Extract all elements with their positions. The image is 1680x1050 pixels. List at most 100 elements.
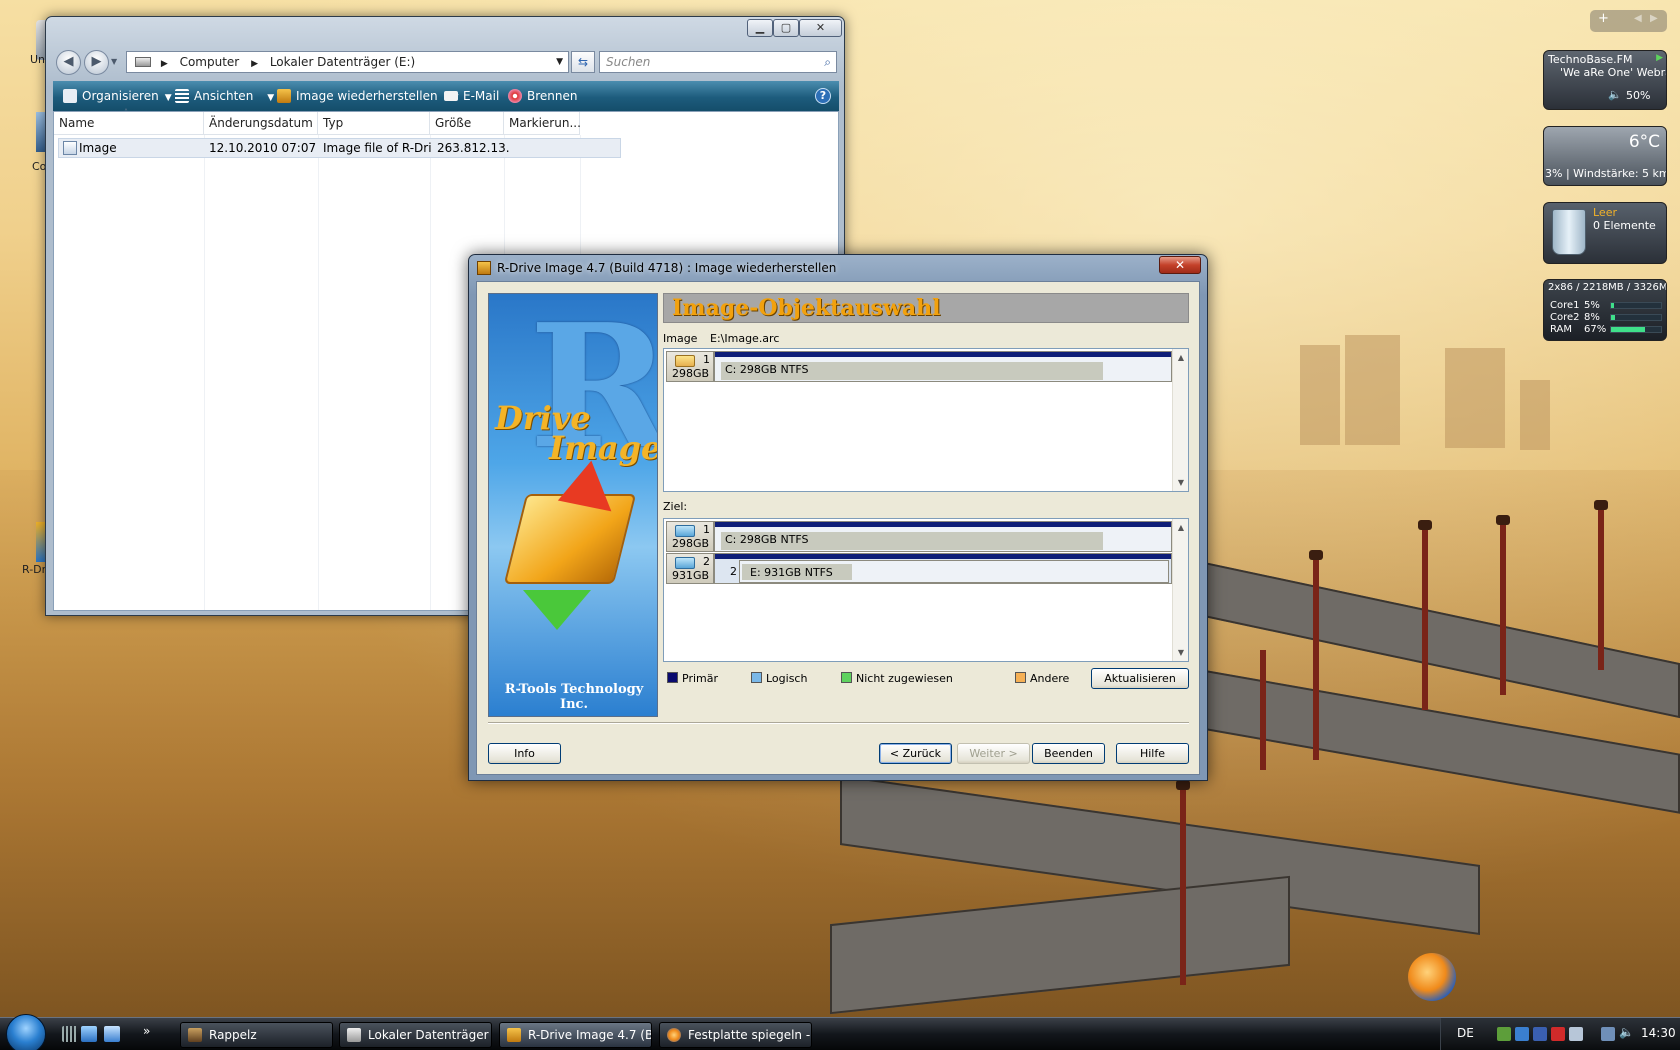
column-header-tags[interactable]: Markierun... (504, 112, 581, 135)
hard-disk-icon (675, 557, 695, 569)
tray-device-icon[interactable] (1569, 1027, 1583, 1041)
help-button[interactable]: Hilfe (1116, 743, 1189, 764)
play-icon[interactable]: ▶ (1656, 53, 1663, 63)
banner-company: R-Tools Technology Inc. (504, 682, 644, 712)
column-header-name[interactable]: Name (54, 112, 204, 135)
source-partition-c[interactable]: C: 298GB NTFS (714, 351, 1172, 382)
scroll-down-icon[interactable]: ▼ (1173, 648, 1189, 657)
wallpaper-lamp (1176, 780, 1190, 790)
close-button[interactable]: ✕ (799, 19, 842, 37)
burn-button[interactable]: Brennen (508, 81, 577, 111)
target-disk-1[interactable]: 1 298GB (666, 521, 714, 552)
legend-swatch (667, 672, 678, 683)
refresh-icon[interactable]: ⇆ (571, 51, 595, 73)
minimize-button[interactable]: ▁ (747, 19, 773, 37)
back-button[interactable]: < Zurück (879, 743, 952, 764)
restore-image-button[interactable]: Image wiederherstellen▼ (277, 81, 459, 111)
forward-nav-button[interactable]: ▶ (84, 50, 109, 75)
recycle-bin-gadget[interactable]: Leer 0 Elemente (1543, 202, 1667, 264)
radio-gadget[interactable]: TechnoBase.FM 'We aRe One' Webra 🔈 50% ▶ (1543, 50, 1667, 110)
scroll-up-icon[interactable]: ▲ (1173, 523, 1189, 532)
desktop-icon-1-label: Un (30, 53, 46, 66)
scrollbar[interactable]: ▲ ▼ (1172, 519, 1188, 661)
column-header-date[interactable]: Änderungsdatum (204, 112, 318, 135)
back-nav-button[interactable]: ◀ (56, 50, 81, 75)
dialog-body: R Drive Image R-Tools Technology Inc. Im… (476, 281, 1200, 775)
email-button[interactable]: E-Mail (444, 81, 499, 111)
organize-button[interactable]: Organisieren ▼ (63, 81, 172, 111)
disc-icon (508, 89, 522, 103)
legend-label: Primär (682, 672, 718, 685)
search-input[interactable]: Suchen ⌕ (599, 51, 837, 73)
history-dropdown-icon[interactable]: ▼ (111, 57, 117, 66)
tray-network-icon[interactable] (1497, 1027, 1511, 1041)
refresh-button[interactable]: Aktualisieren (1091, 668, 1189, 689)
maximize-button[interactable]: ▢ (773, 19, 799, 37)
source-disk-list[interactable]: 1 298GB C: 298GB NTFS ▲ ▼ (663, 348, 1189, 492)
quicklaunch-more-icon[interactable]: » (143, 1024, 150, 1038)
legend-swatch (841, 672, 852, 683)
weather-gadget[interactable]: 6°C 3% | Windstärke: 5 km/ (1543, 126, 1667, 186)
system-tray: DE 🔈 14:30 (1440, 1018, 1680, 1050)
drive-icon (347, 1028, 361, 1042)
switch-windows-icon[interactable] (104, 1026, 120, 1042)
legend-label: Nicht zugewiesen (856, 672, 953, 685)
close-button[interactable]: ✕ (1159, 256, 1201, 274)
scrollbar[interactable]: ▲ ▼ (1172, 349, 1188, 491)
speaker-icon[interactable]: 🔈 (1608, 88, 1622, 101)
wallpaper-lamp (1309, 550, 1323, 560)
column-header-size[interactable]: Größe (430, 112, 504, 135)
breadcrumb-computer[interactable]: Computer (180, 55, 240, 69)
next-button[interactable]: Weiter > (957, 743, 1030, 764)
legend-other: Andere (1015, 672, 1069, 685)
tray-antivirus-icon[interactable] (1551, 1027, 1565, 1041)
clock[interactable]: 14:30 (1641, 1026, 1676, 1040)
meter-track (1610, 302, 1662, 309)
add-gadget-icon[interactable]: + (1598, 11, 1609, 26)
scroll-up-icon[interactable]: ▲ (1173, 353, 1189, 362)
breadcrumb-drive[interactable]: Lokaler Datenträger (E:) (270, 55, 415, 69)
search-placeholder: Suchen (606, 55, 651, 69)
wallpaper-lamp-post (1422, 530, 1428, 710)
taskbar-button-rappelz[interactable]: Rappelz (180, 1022, 333, 1048)
next-icon[interactable]: ▶ (1650, 13, 1658, 24)
address-dropdown-icon[interactable]: ▼ (556, 52, 563, 72)
table-row[interactable]: Image 12.10.2010 07:07 Image file of R-D… (58, 138, 621, 158)
show-desktop-icon[interactable] (81, 1026, 97, 1042)
banner-image-text: Image (549, 429, 658, 467)
address-bar[interactable]: ▶ Computer ▶ Lokaler Datenträger (E:) ▼ (126, 51, 569, 73)
target-disk-2[interactable]: 2 931GB (666, 553, 714, 584)
taskbar-button-rdrive[interactable]: R-Drive Image 4.7 (B... (499, 1022, 652, 1048)
cpu-meter-gadget[interactable]: 2x86 / 2218MB / 3326MB Core1 5% Core2 8%… (1543, 279, 1667, 341)
volume-icon[interactable]: 🔈 (1619, 1025, 1634, 1039)
source-disk-1[interactable]: 1 298GB (666, 351, 714, 382)
image-label: Image (663, 332, 698, 345)
disk-number: 1 (703, 353, 710, 366)
start-button[interactable] (6, 1014, 46, 1050)
target-extended-partition[interactable]: 2 E: 931GB NTFS (714, 553, 1172, 584)
previous-icon[interactable]: ◀ (1634, 13, 1642, 24)
tray-monitor-icon[interactable] (1601, 1027, 1615, 1041)
target-disk-list[interactable]: 1 298GB C: 298GB NTFS 2 931GB 2 E: 931GB… (663, 518, 1189, 662)
views-button[interactable]: Ansichten ▼ (175, 81, 274, 111)
scroll-down-icon[interactable]: ▼ (1173, 478, 1189, 487)
info-button[interactable]: Info (488, 743, 561, 764)
language-indicator[interactable]: DE (1457, 1026, 1474, 1040)
firefox-desktop-icon[interactable] (1408, 953, 1456, 1001)
help-icon[interactable]: ? (815, 88, 831, 104)
target-partition-e[interactable]: E: 931GB NTFS (739, 560, 1169, 583)
tray-app-icon[interactable] (1533, 1027, 1547, 1041)
partition-label: C: 298GB NTFS (725, 533, 809, 546)
wallpaper-lamp (1496, 515, 1510, 525)
wallpaper-lamp-post (1598, 510, 1604, 670)
finish-button[interactable]: Beenden (1032, 743, 1105, 764)
target-partition-c[interactable]: C: 298GB NTFS (714, 521, 1172, 552)
tray-update-icon[interactable] (1515, 1027, 1529, 1041)
search-icon[interactable]: ⌕ (824, 52, 831, 72)
taskbar-button-explorer[interactable]: Lokaler Datenträger ... (339, 1022, 492, 1048)
meter-label: Core1 (1550, 300, 1580, 311)
column-header-type[interactable]: Typ (318, 112, 430, 135)
rdrive-app-icon (507, 1028, 521, 1042)
legend-unallocated: Nicht zugewiesen (841, 672, 953, 685)
taskbar-button-firefox[interactable]: Festplatte spiegeln -... (659, 1022, 812, 1048)
